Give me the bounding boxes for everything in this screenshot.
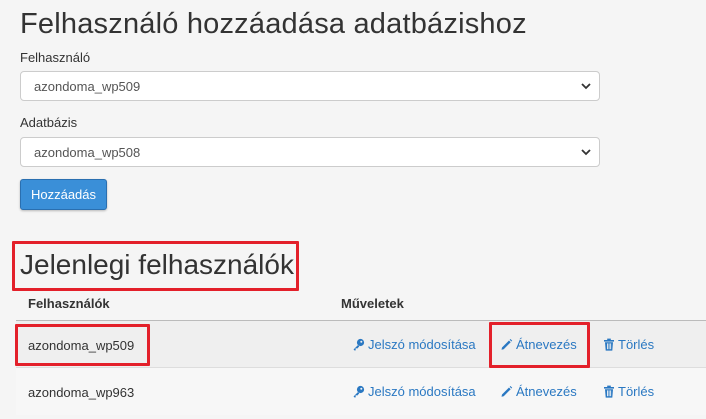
user-select-value: azondoma_wp509 xyxy=(34,79,141,94)
change-password-label: Jelszó módosítása xyxy=(368,384,476,399)
delete-link[interactable]: Törlés xyxy=(603,337,654,352)
delete-label: Törlés xyxy=(618,337,655,352)
key-icon xyxy=(353,338,365,351)
database-select[interactable]: azondoma_wp508 xyxy=(20,137,600,167)
delete-label: Törlés xyxy=(618,384,655,399)
chevron-down-icon xyxy=(581,83,591,90)
table-row: azondoma_wp963 Jelszó módosítása Átnevez… xyxy=(16,368,706,415)
add-button[interactable]: Hozzáadás xyxy=(20,179,107,210)
pencil-icon xyxy=(501,386,513,397)
row-username: azondoma_wp963 xyxy=(28,385,135,400)
chevron-down-icon xyxy=(581,149,591,156)
change-password-link[interactable]: Jelszó módosítása xyxy=(352,384,476,399)
rename-link[interactable]: Átnevezés xyxy=(500,384,577,399)
database-select-value: azondoma_wp508 xyxy=(34,145,141,160)
highlight-box-username xyxy=(15,324,150,366)
delete-link[interactable]: Törlés xyxy=(603,384,654,399)
user-select[interactable]: azondoma_wp509 xyxy=(20,71,600,101)
highlight-box-rename xyxy=(489,322,590,368)
change-password-link[interactable]: Jelszó módosítása xyxy=(352,337,476,352)
section-title: Jelenlegi felhasználók xyxy=(20,249,294,280)
page-title: Felhasználó hozzáadása adatbázishoz xyxy=(20,8,527,40)
rename-label: Átnevezés xyxy=(516,384,577,399)
trash-icon xyxy=(604,385,614,398)
database-label: Adatbázis xyxy=(20,115,78,130)
change-password-label: Jelszó módosítása xyxy=(368,337,476,352)
trash-icon xyxy=(604,338,614,351)
key-icon xyxy=(353,385,365,398)
column-header-users: Felhasználók xyxy=(28,296,110,311)
column-header-actions: Műveletek xyxy=(341,296,404,311)
user-label: Felhasználó xyxy=(20,50,91,65)
